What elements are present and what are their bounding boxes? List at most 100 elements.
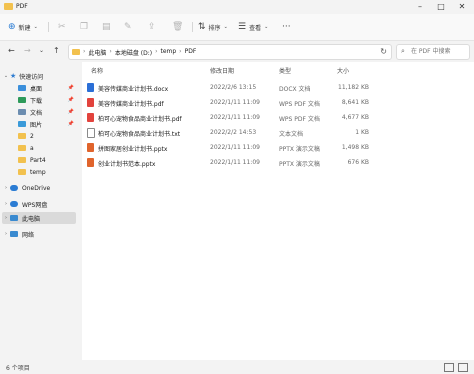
column-header-name[interactable]: 名称 <box>91 66 103 75</box>
minimize-button[interactable]: – <box>410 0 430 14</box>
file-row[interactable]: 拼图家居创业计划书.pptx 2022/1/11 11:09 PPTX 演示文稿… <box>84 140 470 155</box>
breadcrumb-item[interactable]: 本地磁盘 (D:) <box>115 48 152 57</box>
address-bar[interactable]: › 此电脑 › 本地磁盘 (D:) › temp › PDF ↻ <box>68 44 392 60</box>
chevron-down-icon: ⌄ <box>39 47 45 54</box>
sidebar-item-label: 桌面 <box>30 85 43 93</box>
column-header-size[interactable]: 大小 <box>337 66 349 75</box>
delete-button[interactable]: 🗑 <box>172 19 183 35</box>
window-title: PDF <box>16 3 28 10</box>
cloud-icon <box>10 201 18 207</box>
sidebar-item-downloads[interactable]: 下载 📌 <box>2 94 76 106</box>
folder-icon <box>18 157 26 163</box>
file-row[interactable]: 美容传媒商业计划书.docx 2022/2/6 13:15 DOCX 文档 11… <box>84 80 470 95</box>
sidebar-item-folder-a[interactable]: a <box>2 142 76 154</box>
file-row[interactable]: 柏可心宠物食品商业计划书.txt 2022/2/2 14:53 文本文档 1 K… <box>84 125 470 140</box>
chevron-right-icon: › <box>83 48 86 55</box>
file-type: PPTX 演示文稿 <box>279 146 320 153</box>
pin-icon: 📌 <box>67 121 74 127</box>
chevron-right-icon: › <box>179 48 182 55</box>
address-row: ← → ⌄ ↑ › 此电脑 › 本地磁盘 (D:) › temp › PDF ↻… <box>0 42 474 60</box>
sidebar-item-label: temp <box>30 168 46 176</box>
chevron-down-icon: ⌄ <box>3 73 9 79</box>
folder-icon <box>18 169 26 175</box>
file-modified: 2022/2/6 13:15 <box>210 84 257 91</box>
sidebar-item-label: 此电脑 <box>22 215 41 223</box>
sort-button[interactable]: ⇅ 排序 ⌄ <box>198 19 228 35</box>
sidebar-item-this-pc[interactable]: › 此电脑 <box>2 212 76 224</box>
file-size: 1 KB <box>355 129 369 136</box>
status-bar: 6 个项目 <box>0 360 474 374</box>
sidebar-item-quick-access[interactable]: ⌄ ★ 快速访问 <box>2 70 76 82</box>
breadcrumb-item[interactable]: 此电脑 <box>88 48 106 57</box>
ppt-icon <box>87 158 94 167</box>
file-row[interactable]: 柏可心宠物食品商业计划书.pdf 2022/1/11 11:09 WPS PDF… <box>84 110 470 125</box>
file-row[interactable]: 美容传媒商业计划书.pdf 2022/1/11 11:09 WPS PDF 文档… <box>84 95 470 110</box>
ppt-icon <box>87 143 94 152</box>
paste-button[interactable]: ▤ <box>102 19 111 35</box>
word-icon <box>87 83 94 92</box>
chevron-down-icon: ⌄ <box>33 23 38 30</box>
details-view-button[interactable] <box>444 363 454 372</box>
breadcrumb-item[interactable]: temp <box>160 48 176 57</box>
file-type: DOCX 文档 <box>279 86 311 93</box>
share-button[interactable]: ⇪ <box>148 19 156 35</box>
up-button[interactable]: ↑ <box>53 46 60 55</box>
breadcrumb-item[interactable]: PDF <box>185 48 197 57</box>
close-button[interactable]: ✕ <box>452 0 472 14</box>
new-button-label: 新建 <box>18 24 31 32</box>
share-icon: ⇪ <box>148 21 156 32</box>
file-name: 美容传媒商业计划书.pdf <box>98 101 164 108</box>
view-button[interactable]: ☰ 查看 ⌄ <box>238 19 268 35</box>
cut-button[interactable]: ✂ <box>58 19 66 35</box>
rename-button[interactable]: ✎ <box>124 19 132 35</box>
column-header-modified[interactable]: 修改日期 <box>210 66 234 75</box>
view-button-label: 查看 <box>249 24 262 32</box>
search-input[interactable] <box>411 46 465 57</box>
chevron-down-icon: ⌄ <box>223 23 228 30</box>
recent-locations-button[interactable]: ⌄ <box>39 47 44 54</box>
chevron-right-icon: › <box>155 48 158 55</box>
folder-icon <box>4 3 13 10</box>
chevron-right-icon: › <box>5 231 7 237</box>
chevron-right-icon: › <box>5 201 7 207</box>
sidebar-item-folder-2[interactable]: 2 <box>2 130 76 142</box>
sidebar-item-network[interactable]: › 网络 <box>2 228 76 240</box>
tiles-view-button[interactable] <box>458 363 468 372</box>
back-button[interactable]: ← <box>8 46 15 55</box>
cut-icon: ✂ <box>58 21 66 32</box>
copy-button[interactable]: ❐ <box>80 19 88 35</box>
file-row[interactable]: 创业计划书范本.pptx 2022/1/11 11:09 PPTX 演示文稿 6… <box>84 155 470 170</box>
sidebar-item-desktop[interactable]: 桌面 📌 <box>2 82 76 94</box>
arrow-left-icon: ← <box>8 46 15 55</box>
file-name: 柏可心宠物食品商业计划书.pdf <box>98 116 182 123</box>
sidebar-item-pictures[interactable]: 图片 📌 <box>2 118 76 130</box>
forward-button[interactable]: → <box>24 46 31 55</box>
sidebar-item-onedrive[interactable]: › OneDrive <box>2 182 76 194</box>
search-icon: ⌕ <box>401 47 405 55</box>
breadcrumb: › 此电脑 › 本地磁盘 (D:) › temp › PDF <box>83 48 196 57</box>
computer-icon <box>10 215 18 221</box>
column-header-type[interactable]: 类型 <box>279 66 291 75</box>
pin-icon: 📌 <box>67 109 74 115</box>
refresh-icon[interactable]: ↻ <box>380 47 387 56</box>
sidebar-item-folder-part4[interactable]: Part4 <box>2 154 76 166</box>
sidebar-item-folder-temp[interactable]: temp <box>2 166 76 178</box>
new-button[interactable]: ⊕ 新建 ⌄ <box>8 19 38 35</box>
copy-icon: ❐ <box>80 21 89 32</box>
sidebar-item-label: 下载 <box>30 97 43 105</box>
chevron-right-icon: › <box>5 185 7 191</box>
file-name: 柏可心宠物食品商业计划书.txt <box>98 131 181 138</box>
sidebar-item-documents[interactable]: 文档 📌 <box>2 106 76 118</box>
sidebar-item-label: 网络 <box>22 231 35 239</box>
sidebar-item-label: Part4 <box>30 156 46 164</box>
file-type: WPS PDF 文档 <box>279 116 320 123</box>
divider <box>48 22 49 32</box>
sidebar-item-wps-cloud[interactable]: › WPS网盘 <box>2 198 76 210</box>
arrow-right-icon: → <box>24 46 31 55</box>
file-size: 11,182 KB <box>338 84 369 91</box>
more-button[interactable]: ··· <box>282 19 291 35</box>
file-size: 1,498 KB <box>341 144 369 151</box>
folder-icon <box>72 49 80 55</box>
maximize-button[interactable]: □ <box>431 0 451 14</box>
sidebar-item-label: 图片 <box>30 121 43 129</box>
